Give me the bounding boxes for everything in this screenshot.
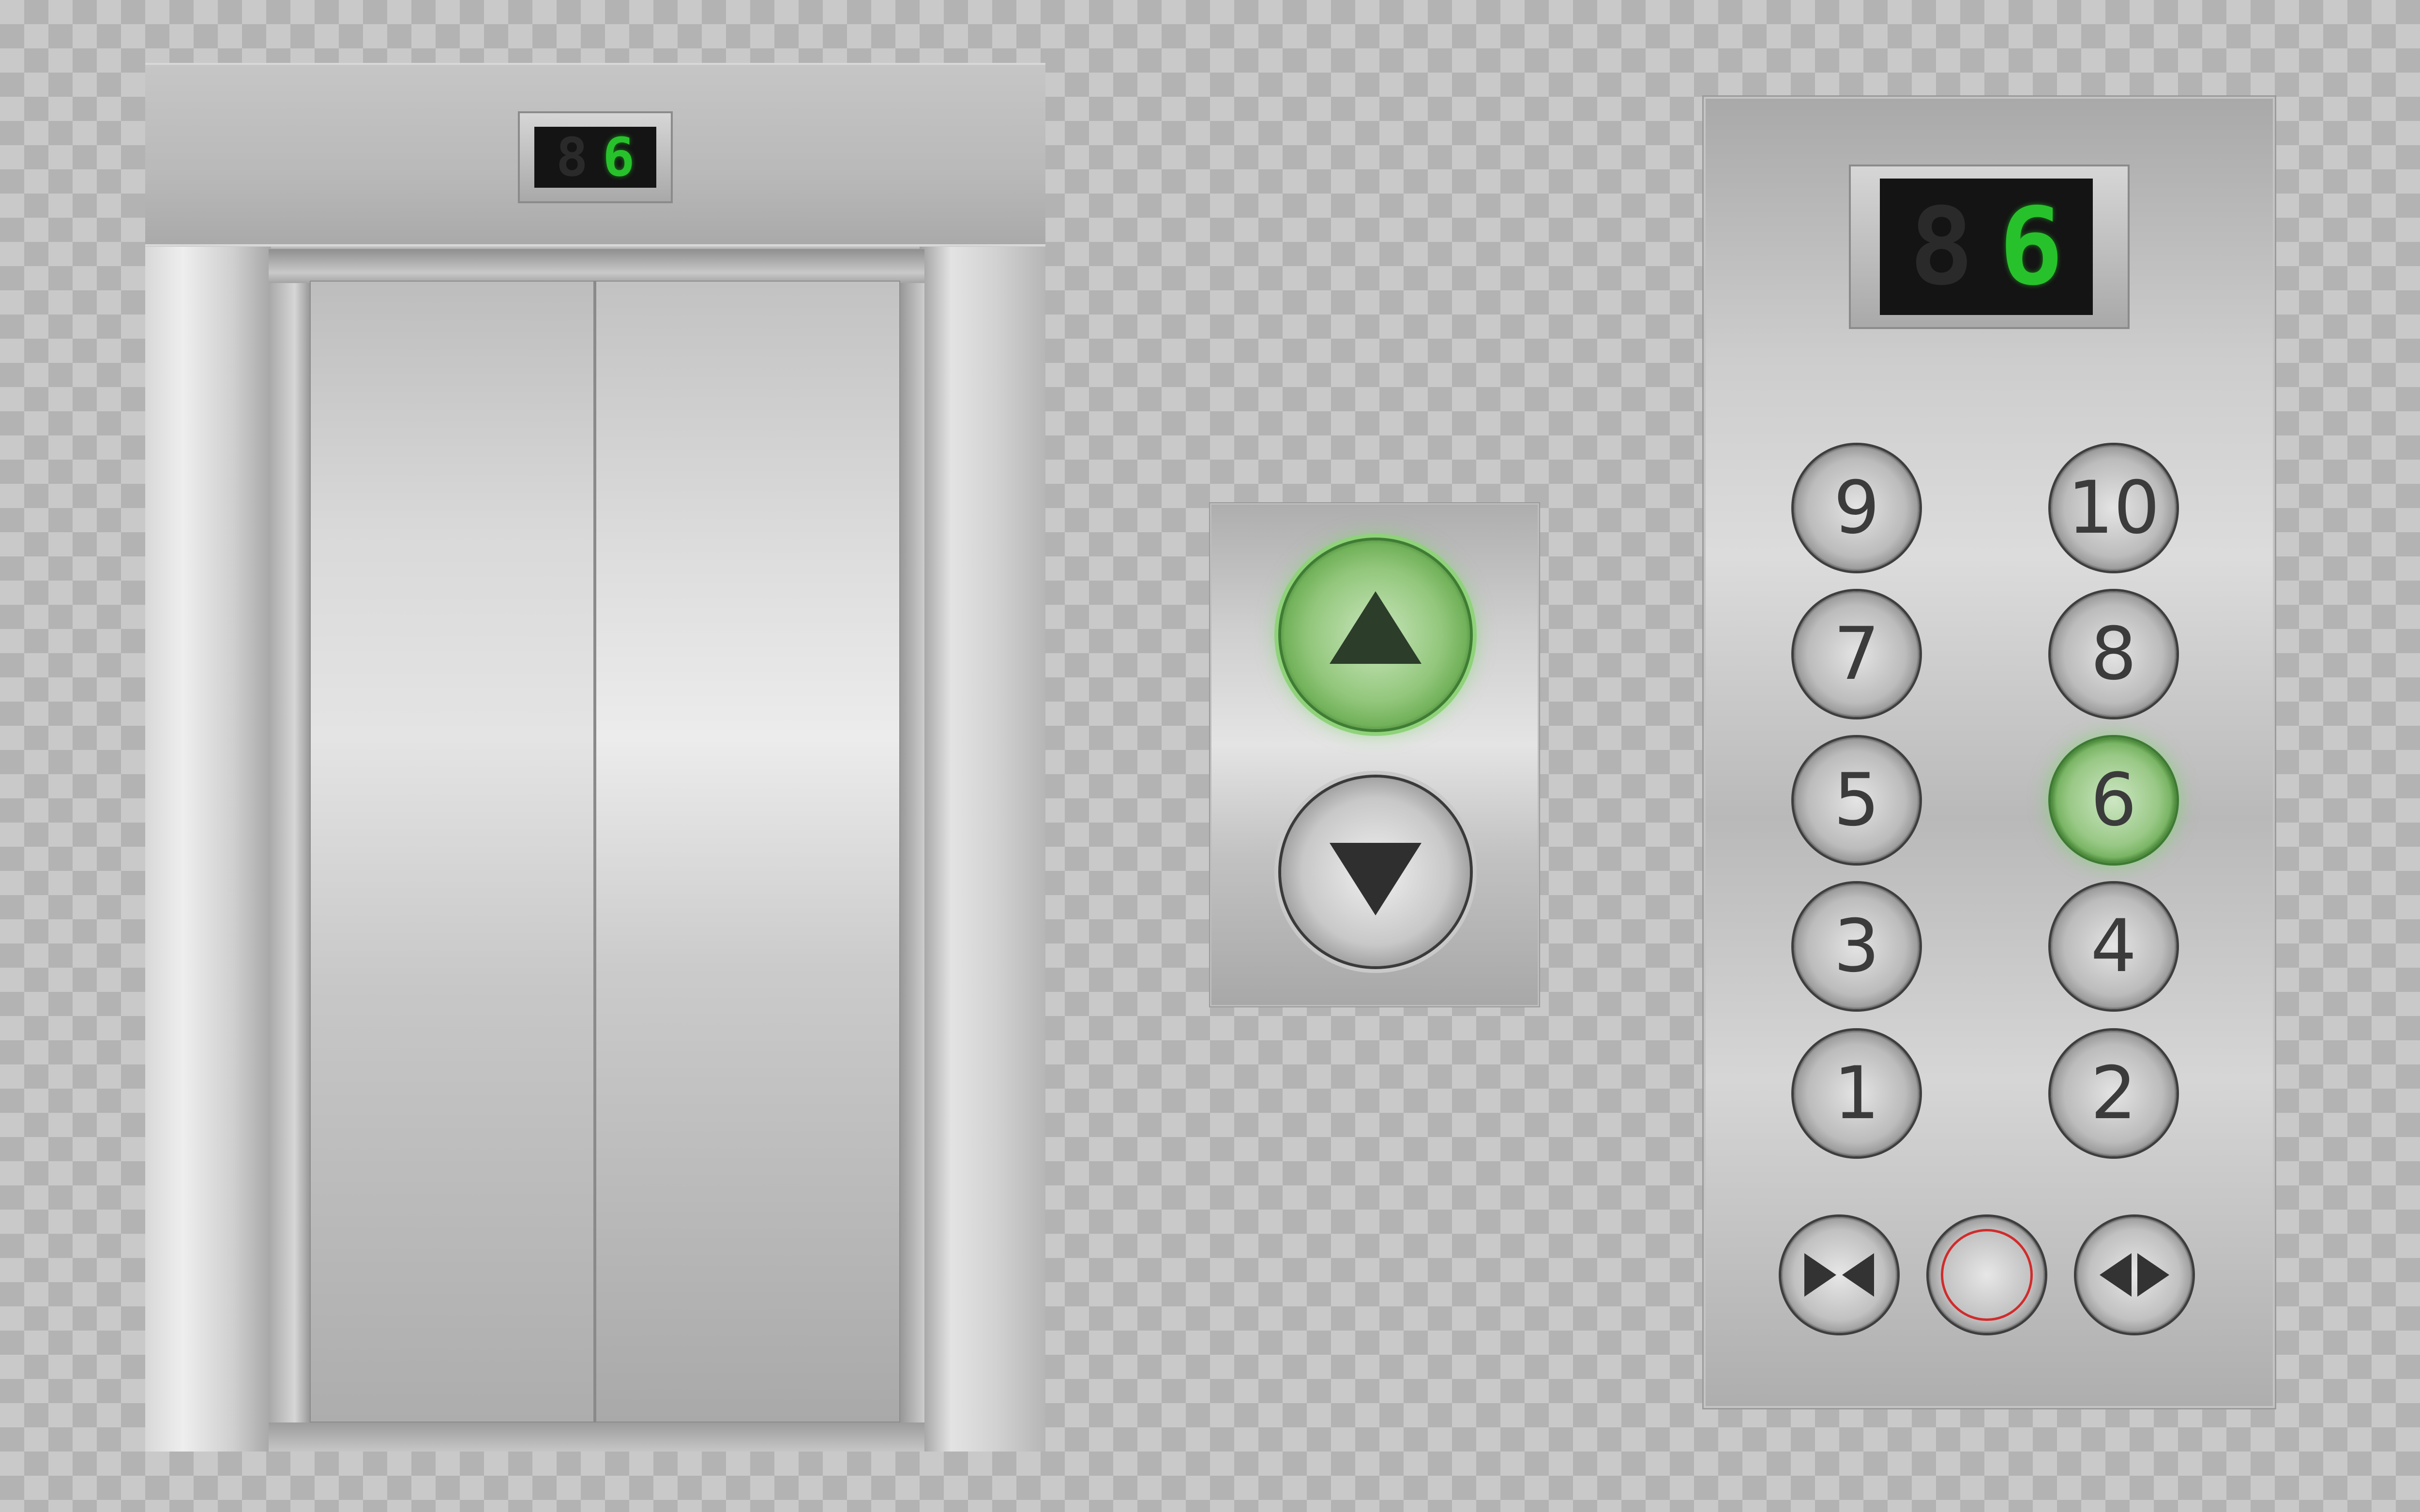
door-floor-indicator-screen: 8 6 xyxy=(534,127,656,188)
call-down-button[interactable] xyxy=(1281,778,1470,966)
floor-button-2[interactable]: 2 xyxy=(2051,1031,2177,1156)
door-open-button[interactable] xyxy=(2076,1217,2193,1333)
floor-button-label: 9 xyxy=(1833,466,1880,550)
car-indicator-floor-digit: 6 xyxy=(1999,185,2063,309)
floor-button-3[interactable]: 3 xyxy=(1794,883,1920,1009)
door-seam xyxy=(593,281,596,1422)
door-jamb-left xyxy=(269,249,312,1435)
floor-button-9[interactable]: 9 xyxy=(1794,445,1920,571)
elevator-door-left xyxy=(310,281,595,1422)
door-sill xyxy=(269,1422,924,1452)
floor-button-label: 5 xyxy=(1833,758,1880,842)
floor-button-label: 7 xyxy=(1833,612,1880,696)
door-lintel xyxy=(269,249,924,283)
car-floor-indicator: 8 6 xyxy=(1849,165,2130,329)
floor-button-7[interactable]: 7 xyxy=(1794,591,1920,717)
car-floor-indicator-screen: 8 6 xyxy=(1880,179,2093,315)
floor-button-label: 4 xyxy=(2090,904,2137,988)
floor-button-label: 10 xyxy=(2067,466,2160,550)
door-floor-indicator: 8 6 xyxy=(518,111,673,203)
floor-button-6[interactable]: 6 xyxy=(2051,737,2177,863)
floor-button-5[interactable]: 5 xyxy=(1794,737,1920,863)
door-frame-right xyxy=(920,247,1045,1452)
floor-button-label: 2 xyxy=(2090,1051,2137,1136)
car-indicator-dim-digit: 8 xyxy=(1909,185,1974,309)
door-close-button[interactable] xyxy=(1781,1217,1897,1333)
floor-button-label: 1 xyxy=(1833,1051,1880,1136)
door-indicator-dim-digit: 8 xyxy=(556,126,588,188)
floor-button-label: 6 xyxy=(2090,758,2137,842)
door-close-icon xyxy=(1804,1253,1874,1297)
elevator-door-right xyxy=(595,281,900,1422)
floor-button-4[interactable]: 4 xyxy=(2051,883,2177,1009)
arrow-down-icon xyxy=(1330,843,1422,915)
floor-button-10[interactable]: 10 xyxy=(2051,445,2177,571)
floor-button-label: 3 xyxy=(1833,904,1880,988)
alarm-icon xyxy=(1941,1229,2033,1321)
floor-button-8[interactable]: 8 xyxy=(2051,591,2177,717)
arrow-up-icon xyxy=(1330,591,1422,664)
floor-button-label: 8 xyxy=(2090,612,2137,696)
call-up-button[interactable] xyxy=(1281,540,1470,729)
floor-button-1[interactable]: 1 xyxy=(1794,1031,1920,1156)
door-open-icon xyxy=(2100,1253,2169,1297)
door-indicator-floor-digit: 6 xyxy=(603,126,635,188)
door-frame-left xyxy=(145,247,271,1452)
alarm-button[interactable] xyxy=(1929,1217,2045,1333)
